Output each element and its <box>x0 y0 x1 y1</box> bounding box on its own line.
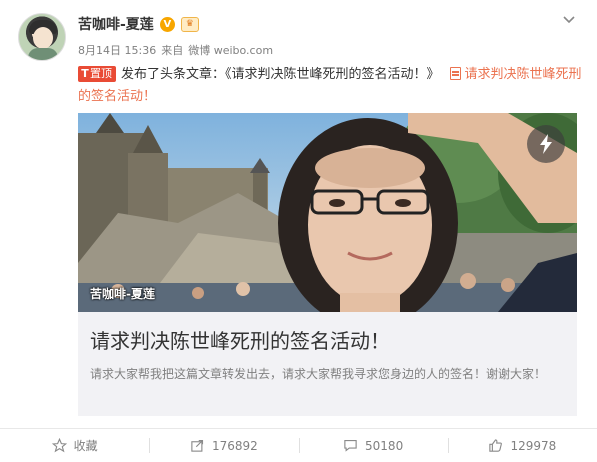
avatar-face <box>33 27 53 49</box>
avatar[interactable] <box>18 13 66 61</box>
card-title[interactable]: 请求判决陈世峰死刑的签名活动！ <box>90 325 390 354</box>
like-count: 129978 <box>510 438 557 453</box>
avatar-body <box>28 48 58 60</box>
star-icon <box>51 438 67 453</box>
card-image[interactable]: 苦咖啡-夏莲 <box>78 113 577 312</box>
like-button[interactable]: 129978 <box>447 429 597 462</box>
crown-icon[interactable]: ♛ <box>180 16 199 32</box>
comment-icon <box>344 439 357 452</box>
repost-count: 176892 <box>211 438 258 453</box>
source-prefix: 来自 <box>161 44 184 57</box>
action-bar: 收藏 176892 50180 129978 <box>0 429 597 462</box>
post-meta: 8月14日 15:36 来自 微博 weibo.com <box>78 42 273 58</box>
headline-text: 发布了头条文章：《请求判决陈世峰死刑的签名活动！》 <box>121 67 440 82</box>
document-icon <box>449 67 461 80</box>
image-watermark: 苦咖啡-夏莲 <box>90 287 155 301</box>
favorite-button[interactable]: 收藏 <box>0 429 149 462</box>
verified-badge[interactable]: V <box>159 16 175 32</box>
share-icon <box>191 439 204 452</box>
comment-count: 50180 <box>365 438 404 453</box>
card-photo <box>78 113 577 312</box>
lightning-glyph <box>540 134 552 154</box>
chevron-down-icon[interactable] <box>562 12 576 26</box>
post-timestamp[interactable]: 8月14日 15:36 <box>78 42 156 58</box>
card-description: 请求大家帮我把这篇文章转发出去，请求大家帮我寻求您身边的人的签名！谢谢大家！ <box>90 367 547 381</box>
pin-icon: T <box>81 67 89 80</box>
user-row: 苦咖啡-夏莲 V ♛ <box>78 14 199 34</box>
comment-button[interactable]: 50180 <box>298 429 448 462</box>
username[interactable]: 苦咖啡-夏莲 <box>78 14 154 34</box>
post-source[interactable]: 微博 weibo.com <box>188 42 273 58</box>
favorite-label: 收藏 <box>73 439 98 453</box>
lightning-icon[interactable] <box>527 125 565 163</box>
top-tag-label: 置顶 <box>90 67 112 80</box>
top-tag: T置顶 <box>78 66 116 82</box>
post-headline: T置顶 发布了头条文章：《请求判决陈世峰死刑的签名活动！》 请求判决陈世峰死刑的签名… <box>78 64 583 108</box>
article-card[interactable]: 苦咖啡-夏莲 请求判决陈世峰死刑的签名活动！ 请求大家帮我把这篇文章转发出去，请… <box>78 113 577 416</box>
thumbs-up-icon <box>489 439 503 452</box>
repost-button[interactable]: 176892 <box>149 429 298 462</box>
